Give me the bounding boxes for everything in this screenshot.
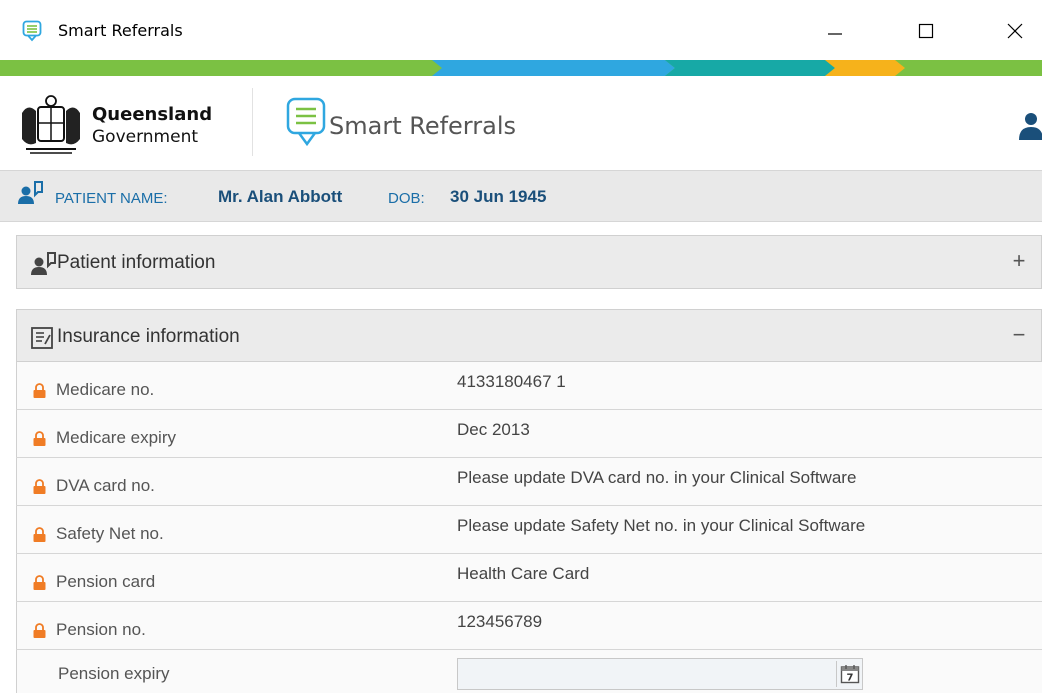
- insurance-row-pension-expiry: Pension expiry 7: [16, 650, 1042, 698]
- row-value: 4133180467 1: [457, 372, 566, 391]
- close-icon: [1007, 23, 1023, 39]
- brand-color-strip: [0, 60, 1042, 76]
- gov-name-line2: Government: [92, 127, 199, 147]
- insurance-row-pension-no: Pension no. 123456789: [16, 602, 1042, 650]
- row-value: Dec 2013: [457, 420, 530, 439]
- calendar-glyph: 7: [847, 673, 854, 684]
- row-label: Medicare no.: [56, 380, 155, 399]
- row-label: Pension expiry: [58, 664, 170, 683]
- insurance-row-pension-card: Pension card Health Care Card: [16, 554, 1042, 602]
- row-label: Medicare expiry: [56, 428, 176, 447]
- user-icon[interactable]: [1018, 110, 1042, 140]
- insurance-information-title: Insurance information: [57, 326, 240, 347]
- queensland-crest-logo: [22, 95, 80, 154]
- lock-icon: [33, 623, 46, 638]
- patient-icon: [31, 252, 56, 275]
- patient-information-panel-header[interactable]: Patient information +: [16, 235, 1042, 289]
- patient-icon: [18, 181, 43, 204]
- maximize-button[interactable]: [906, 14, 946, 48]
- row-label: Safety Net no.: [56, 524, 164, 543]
- maximize-icon: [918, 23, 934, 39]
- insurance-card-icon: [31, 327, 53, 349]
- minimize-button[interactable]: [815, 14, 855, 48]
- row-value: Health Care Card: [457, 564, 590, 583]
- lock-icon: [33, 383, 46, 398]
- patient-name-label: PATIENT NAME:: [55, 190, 168, 207]
- lock-icon: [33, 479, 46, 494]
- header-divider: [252, 88, 253, 156]
- insurance-row-medicare-no: Medicare no. 4133180467 1: [16, 362, 1042, 410]
- minimize-icon: [828, 33, 842, 35]
- row-value: Please update Safety Net no. in your Cli…: [457, 516, 866, 535]
- lock-icon: [33, 527, 46, 542]
- row-label: Pension card: [56, 572, 156, 591]
- gov-name-line1: Queensland: [92, 104, 213, 125]
- insurance-row-safety-net-no: Safety Net no. Please update Safety Net …: [16, 506, 1042, 554]
- collapse-button[interactable]: −: [1007, 322, 1031, 348]
- calendar-button[interactable]: 7: [836, 661, 863, 687]
- row-value: Please update DVA card no. in your Clini…: [457, 468, 857, 487]
- window-title: Smart Referrals: [58, 21, 183, 40]
- insurance-row-dva-card-no: DVA card no. Please update DVA card no. …: [16, 458, 1042, 506]
- calendar-icon: 7: [840, 665, 860, 684]
- lock-icon: [33, 575, 46, 590]
- smart-referrals-logo-icon: [286, 97, 326, 147]
- patient-dob: 30 Jun 1945: [450, 187, 547, 206]
- row-value: 123456789: [457, 612, 543, 631]
- row-label: Pension no.: [56, 620, 146, 639]
- close-button[interactable]: [995, 14, 1035, 48]
- patient-name: Mr. Alan Abbott: [218, 187, 343, 206]
- patient-dob-label: DOB:: [388, 190, 425, 207]
- expand-button[interactable]: +: [1007, 248, 1031, 274]
- insurance-row-medicare-expiry: Medicare expiry Dec 2013: [16, 410, 1042, 458]
- lock-icon: [33, 431, 46, 446]
- patient-information-title: Patient information: [57, 252, 216, 273]
- insurance-information-panel-header[interactable]: Insurance information −: [16, 309, 1042, 362]
- app-name: Smart Referrals: [329, 112, 516, 140]
- smart-referrals-icon: [22, 20, 42, 42]
- pension-expiry-date-input[interactable]: 7: [457, 658, 863, 690]
- row-label: DVA card no.: [56, 476, 155, 495]
